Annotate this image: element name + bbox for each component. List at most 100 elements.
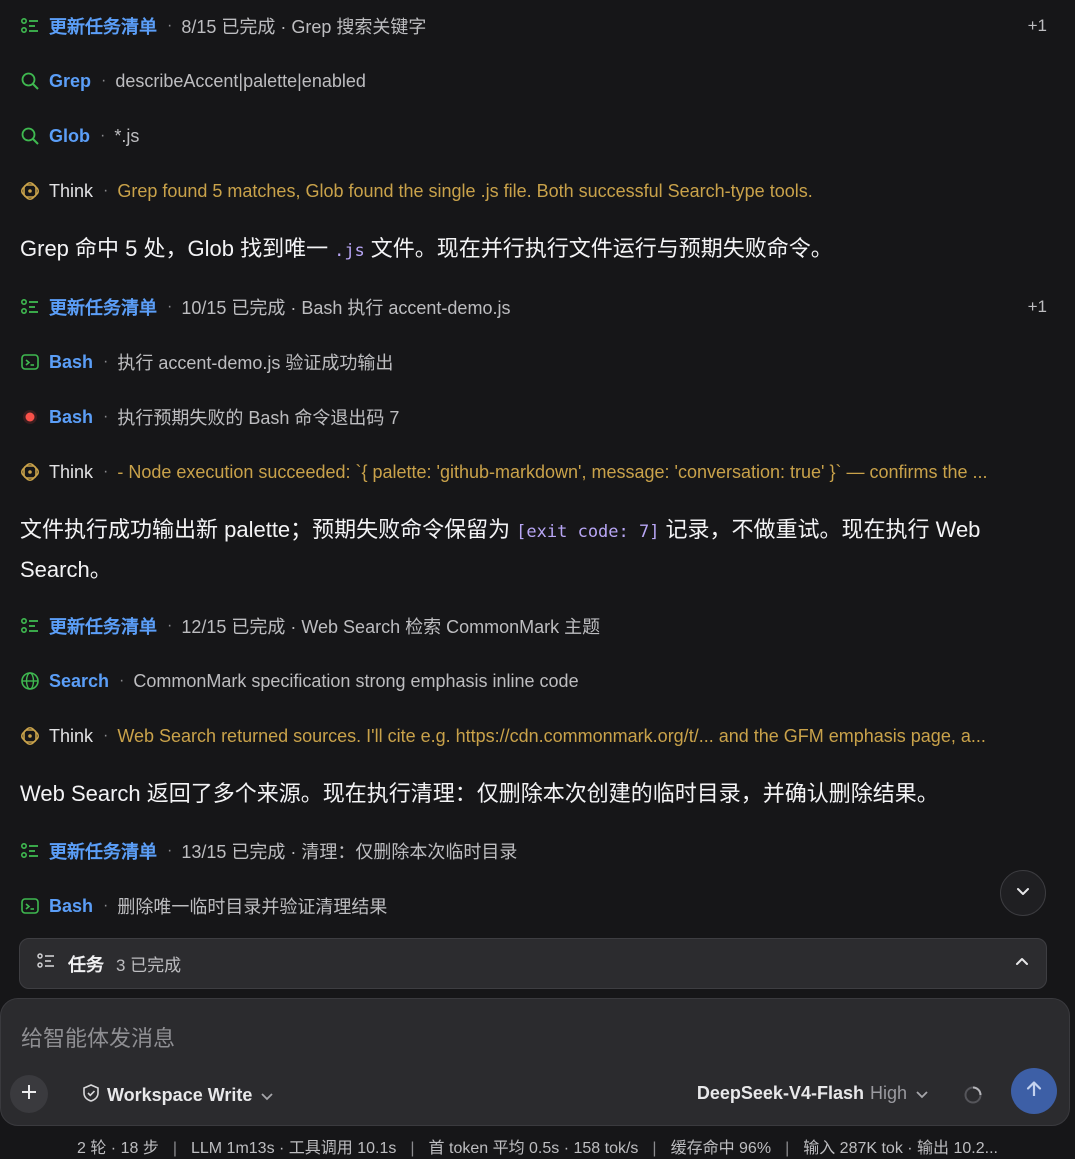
assistant-message: 文件执行成功输出新 palette；预期失败命令保留为 [exit code: 7… [20, 511, 1047, 589]
tool-desc: 删除唯一临时目录并验证清理结果 [117, 897, 388, 917]
message-input[interactable]: 给智能体发消息 [21, 1021, 175, 1053]
tool-name: 更新任务清单 [49, 17, 157, 37]
think-summary: Grep found 5 matches, Glob found the sin… [117, 180, 813, 201]
stat-io: 输入 287K tok · 输出 10.2... [803, 1140, 998, 1157]
tool-desc: 13/15 已完成 · 清理：仅删除本次临时目录 [181, 842, 518, 862]
tool-desc: *.js [114, 125, 140, 146]
separator-dot: · [119, 672, 125, 689]
separator-dot: · [103, 353, 109, 370]
plus-icon [20, 1083, 38, 1106]
think-summary: Web Search returned sources. I'll cite e… [117, 725, 986, 746]
tool-desc: 执行预期失败的 Bash 命令退出码 7 [117, 408, 400, 428]
scroll-to-bottom-button[interactable] [1000, 870, 1046, 916]
inline-code: [exit code: 7] [516, 522, 660, 542]
model-name: DeepSeek-V4-Flash [696, 1083, 864, 1103]
stat-separator: | [172, 1140, 177, 1157]
search-icon [20, 71, 40, 91]
tool-name: Grep [49, 70, 92, 91]
tool-row-todo[interactable]: 更新任务清单 · 10/15 已完成 · Bash 执行 accent-demo… [20, 293, 1047, 321]
tool-row-search[interactable]: Search · CommonMark specification strong… [20, 667, 1047, 695]
brain-icon [20, 181, 40, 201]
reasoning-level: High [869, 1083, 907, 1103]
stat-turns: 2 轮 · 18 步 [77, 1140, 159, 1157]
stat-separator: | [652, 1140, 657, 1157]
tool-name: 更新任务清单 [49, 617, 157, 637]
separator-dot: · [103, 182, 109, 199]
tool-name: Think [49, 461, 94, 482]
tool-name: 更新任务清单 [49, 842, 157, 862]
tool-desc: 执行 accent-demo.js 验证成功输出 [117, 353, 394, 373]
tasks-title: 任务 [68, 954, 104, 975]
extra-count-badge[interactable]: +1 [1028, 16, 1047, 36]
stat-separator: | [785, 1140, 790, 1157]
assistant-message: Web Search 返回了多个来源。现在执行清理：仅删除本次创建的临时目录，并… [20, 775, 1047, 813]
stat-llm: LLM 1m13s · 工具调用 10.1s [190, 1140, 397, 1157]
stat-separator: | [410, 1140, 415, 1157]
tool-row-todo[interactable]: 更新任务清单 · 13/15 已完成 · 清理：仅删除本次临时目录 [20, 837, 1047, 865]
tool-name: 更新任务清单 [49, 298, 157, 318]
chevron-down-icon [260, 1089, 280, 1103]
extra-count-badge[interactable]: +1 [1028, 297, 1047, 317]
terminal-icon [20, 352, 40, 372]
tool-name: Bash [49, 895, 94, 916]
separator-dot: · [167, 298, 173, 315]
loading-spinner-icon [963, 1085, 983, 1105]
tasks-panel[interactable]: 任务 3 已完成 [19, 938, 1047, 989]
tool-row-think[interactable]: Think · - Node execution succeeded: `{ p… [20, 458, 1047, 486]
send-button[interactable] [1011, 1068, 1057, 1114]
tool-desc: 8/15 已完成 · Grep 搜索关键字 [181, 17, 427, 37]
list-check-icon [20, 297, 40, 317]
separator-dot: · [167, 617, 173, 634]
tool-row-todo[interactable]: 更新任务清单 · 8/15 已完成 · Grep 搜索关键字 +1 [20, 12, 1047, 40]
separator-dot: · [103, 727, 109, 744]
search-icon [20, 126, 40, 146]
message-text: 文件。现在并行执行文件运行与预期失败命令。 [370, 236, 833, 261]
tool-name: Search [49, 670, 110, 691]
tool-desc: describeAccent|palette|enabled [115, 70, 366, 91]
tool-row-todo[interactable]: 更新任务清单 · 12/15 已完成 · Web Search 检索 Commo… [20, 612, 1047, 640]
separator-dot: · [101, 72, 107, 89]
message-text: 文件执行成功输出新 palette；预期失败命令保留为 [20, 517, 511, 542]
message-text: Web Search 返回了多个来源。现在执行清理：仅删除本次创建的临时目录，并… [20, 781, 939, 806]
brain-icon [20, 462, 40, 482]
list-check-icon [20, 841, 40, 861]
tool-row-bash[interactable]: Bash · 执行 accent-demo.js 验证成功输出 [20, 348, 1047, 376]
conversation-feed: 更新任务清单 · 8/15 已完成 · Grep 搜索关键字 +1 Grep ·… [0, 0, 1075, 930]
message-text: Grep 命中 5 处，Glob 找到唯一 [20, 236, 329, 261]
arrow-up-icon [1024, 1079, 1044, 1104]
assistant-message: Grep 命中 5 处，Glob 找到唯一 .js 文件。现在并行执行文件运行与预期… [20, 230, 1047, 270]
tool-row-think[interactable]: Think · Grep found 5 matches, Glob found… [20, 177, 1047, 205]
stat-first-token: 首 token 平均 0.5s · 158 tok/s [428, 1140, 639, 1157]
tool-desc: CommonMark specification strong emphasis… [133, 670, 579, 691]
tool-row-bash[interactable]: Bash · 删除唯一临时目录并验证清理结果 [20, 892, 1047, 920]
separator-dot: · [100, 127, 106, 144]
separator-dot: · [103, 463, 109, 480]
think-summary: - Node execution succeeded: `{ palette: … [117, 461, 988, 482]
permission-selector[interactable]: Workspace Write [81, 1083, 280, 1108]
inline-code: .js [334, 241, 365, 261]
error-dot-icon [20, 407, 40, 427]
terminal-icon [20, 896, 40, 916]
brain-icon [20, 726, 40, 746]
chevron-down-icon [1015, 883, 1031, 904]
tool-desc: 12/15 已完成 · Web Search 检索 CommonMark 主题 [181, 617, 601, 637]
list-check-icon [20, 616, 40, 636]
add-attachment-button[interactable] [10, 1075, 48, 1113]
separator-dot: · [167, 842, 173, 859]
message-composer: 给智能体发消息 Workspace Write DeepSeek-V4-Flas… [0, 998, 1070, 1126]
separator-dot: · [103, 408, 109, 425]
model-selector[interactable]: DeepSeek-V4-Flash High [697, 1083, 929, 1104]
tool-name: Think [49, 725, 94, 746]
separator-dot: · [167, 17, 173, 34]
tool-row-think[interactable]: Think · Web Search returned sources. I'l… [20, 722, 1047, 750]
shield-icon [81, 1083, 107, 1108]
tool-desc: 10/15 已完成 · Bash 执行 accent-demo.js [181, 298, 511, 318]
list-check-icon [20, 16, 40, 36]
tool-name: Bash [49, 351, 94, 372]
tool-row-glob[interactable]: Glob · *.js [20, 122, 1047, 150]
chevron-up-icon[interactable] [1014, 954, 1030, 975]
tool-row-bash-error[interactable]: Bash · 执行预期失败的 Bash 命令退出码 7 [20, 403, 1047, 431]
tool-name: Glob [49, 125, 90, 146]
tool-row-grep[interactable]: Grep · describeAccent|palette|enabled [20, 67, 1047, 95]
list-icon [36, 951, 56, 976]
